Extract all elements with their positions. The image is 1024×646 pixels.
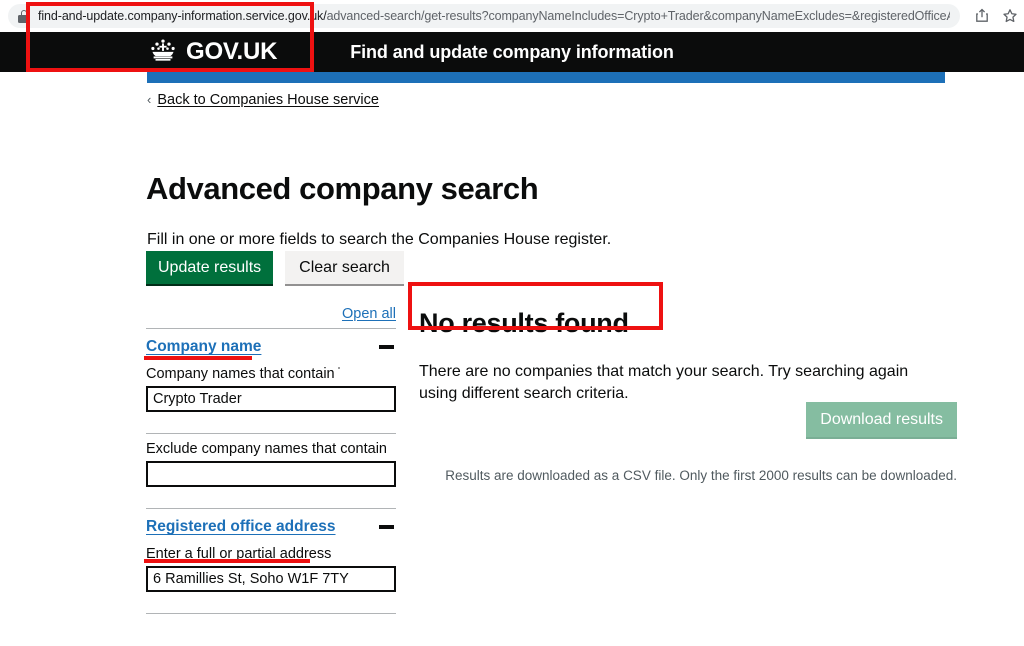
- field-label-company-names-exclude: Exclude company names that contain: [146, 441, 387, 457]
- intro-text: Fill in one or more fields to search the…: [147, 231, 612, 248]
- accordion-title-company-name[interactable]: Company name: [146, 338, 261, 356]
- share-icon[interactable]: [974, 8, 990, 24]
- govuk-logo-link[interactable]: GOV.UK: [147, 32, 277, 72]
- stray-artifact: [338, 367, 340, 369]
- accordion-section-company-name: Company name Company names that contain …: [146, 329, 396, 509]
- chevron-left-icon: ‹: [147, 92, 152, 107]
- results-heading: No results found: [419, 308, 629, 339]
- registered-office-address-input[interactable]: [146, 566, 396, 592]
- url-host: find-and-update.company-information.serv…: [38, 9, 327, 23]
- page-content: ‹ Back to Companies House service Advanc…: [0, 83, 1024, 646]
- accordion-title-registered-office-address[interactable]: Registered office address: [146, 518, 336, 536]
- browser-window: find-and-update.company-information.serv…: [0, 0, 1024, 646]
- download-note: Results are downloaded as a CSV file. On…: [445, 467, 957, 483]
- phase-banner-bar: [147, 72, 945, 83]
- address-bar[interactable]: find-and-update.company-information.serv…: [8, 4, 960, 28]
- download-results-button[interactable]: Download results: [806, 402, 957, 440]
- search-filters-panel: Open all Company name Company names that…: [146, 305, 396, 614]
- browser-toolbar-actions: [974, 4, 1018, 28]
- company-names-exclude-input[interactable]: [146, 461, 396, 487]
- download-row: Download results: [419, 402, 957, 440]
- field-label-company-names-include: Company names that contain: [146, 366, 335, 382]
- divider: [146, 613, 396, 614]
- minus-icon[interactable]: [379, 525, 394, 529]
- govuk-header: Find and update company information GOV.…: [0, 32, 1024, 72]
- results-empty-message: There are no companies that match your s…: [419, 363, 909, 402]
- field-label-registered-office-address: Enter a full or partial address: [146, 546, 332, 562]
- form-actions: Update results Clear search: [146, 251, 404, 287]
- accordion-section-registered-office-address: Registered office address Enter a full o…: [146, 509, 396, 614]
- accordion-header-registered-office-address[interactable]: Registered office address: [146, 509, 396, 539]
- back-link[interactable]: ‹ Back to Companies House service: [147, 92, 379, 108]
- minus-icon[interactable]: [379, 345, 394, 349]
- govuk-logo-text: GOV.UK: [186, 38, 278, 65]
- back-link-label[interactable]: Back to Companies House service: [157, 92, 379, 108]
- company-names-include-input[interactable]: [146, 386, 396, 412]
- field-company-names-include: Company names that contain: [146, 359, 396, 412]
- address-bar-text: find-and-update.company-information.serv…: [38, 4, 950, 28]
- open-all-link[interactable]: Open all: [342, 306, 396, 322]
- field-company-names-exclude: Exclude company names that contain: [146, 434, 396, 487]
- lock-icon: [18, 9, 29, 23]
- accordion-header-company-name[interactable]: Company name: [146, 329, 396, 359]
- page-title: Advanced company search: [146, 170, 539, 206]
- field-registered-office-address: Enter a full or partial address: [146, 539, 396, 592]
- browser-toolbar: find-and-update.company-information.serv…: [0, 0, 1024, 32]
- star-icon[interactable]: [1002, 8, 1018, 24]
- update-results-button[interactable]: Update results: [146, 251, 274, 287]
- open-all-row: Open all: [146, 305, 396, 328]
- url-path: advanced-search/get-results?companyNameI…: [326, 9, 950, 23]
- clear-search-button[interactable]: Clear search: [285, 251, 404, 287]
- crown-icon: [147, 38, 179, 67]
